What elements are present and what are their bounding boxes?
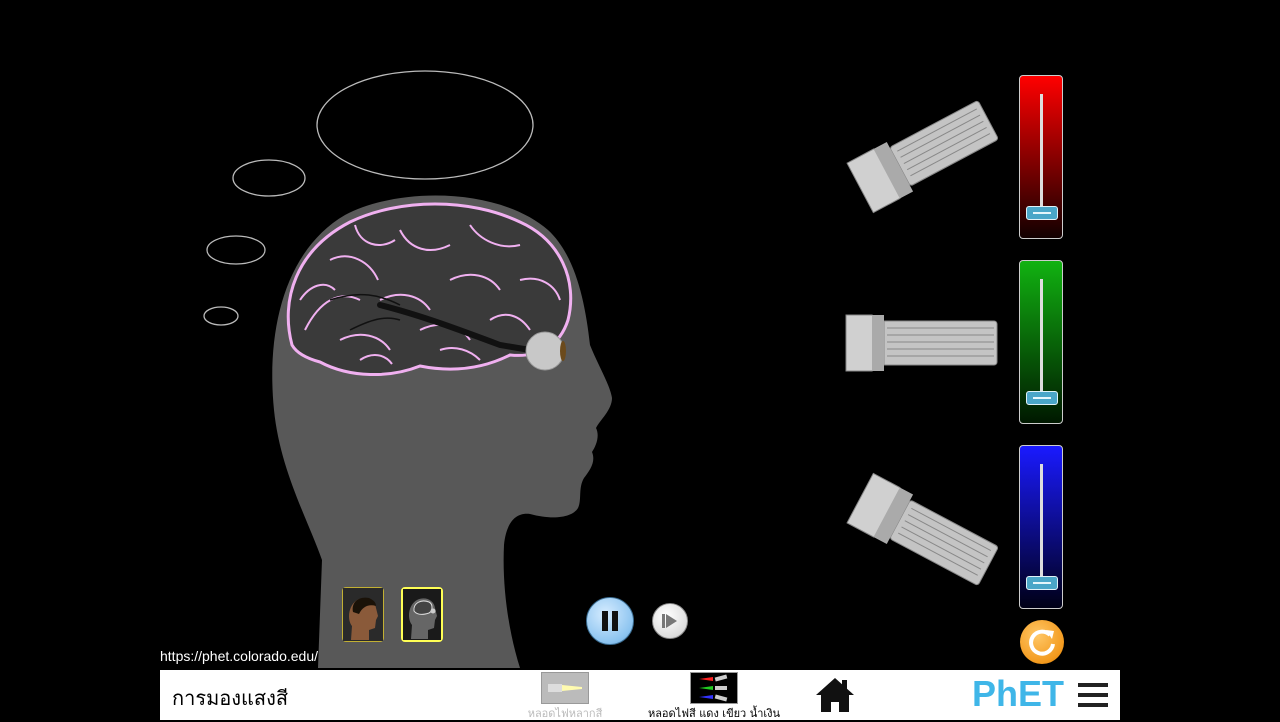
menu-bar [1078, 703, 1108, 707]
sim-title: การมองแสงสี [172, 686, 289, 710]
slider-track [1040, 464, 1043, 586]
phet-logo[interactable]: PhET [972, 673, 1064, 715]
scene-graphics [203, 70, 998, 668]
eye [525, 331, 565, 371]
pause-button[interactable] [586, 597, 634, 645]
thought-bubble-tiny [203, 306, 239, 326]
single-bulb-screen-icon [541, 672, 589, 704]
screen-button-single-bulb[interactable]: หลอดไฟหลากสี [510, 672, 620, 722]
flashlight-blue [846, 472, 998, 586]
thought-bubble-small [206, 235, 266, 265]
step-forward-button[interactable] [652, 603, 688, 639]
screen-button-rgb-bulbs[interactable]: หลอดไฟสี แดง เขียว น้ำเงิน [636, 672, 792, 722]
source-url: https://phet.colorado.edu/ [160, 648, 318, 664]
step-forward-icon [662, 614, 677, 628]
hamburger-menu-button[interactable] [1078, 683, 1108, 709]
green-intensity-slider[interactable] [1019, 260, 1063, 424]
brain-view-icon [403, 589, 441, 640]
menu-bar [1078, 683, 1108, 687]
home-icon [816, 678, 854, 712]
face-view-icon [343, 588, 383, 641]
blue-intensity-slider[interactable] [1019, 445, 1063, 609]
screen-label-single-bulb: หลอดไฟหลากสี [527, 707, 603, 720]
red-intensity-slider[interactable] [1019, 75, 1063, 239]
screen-label-rgb-bulbs: หลอดไฟสี แดง เขียว น้ำเงิน [647, 707, 781, 720]
green-slider-thumb[interactable] [1026, 391, 1058, 405]
home-button[interactable] [814, 676, 856, 714]
thought-bubble-medium [232, 159, 306, 197]
blue-slider-thumb[interactable] [1026, 576, 1058, 590]
brain-view-button[interactable] [401, 587, 443, 642]
face-view-button[interactable] [342, 587, 384, 642]
rgb-bulbs-screen-icon [690, 672, 738, 704]
red-slider-thumb[interactable] [1026, 206, 1058, 220]
navigation-bar: การมองแสงสี หลอดไฟหลากสี หลอดไฟสี แดง เข… [160, 670, 1120, 720]
flashlight-red [846, 100, 998, 214]
thought-bubble-large [316, 70, 534, 180]
eye-iris [560, 341, 566, 361]
reset-all-icon [1029, 629, 1055, 656]
menu-bar [1078, 693, 1108, 697]
slider-track [1040, 279, 1043, 401]
slider-track [1040, 94, 1043, 216]
flashlight-green [845, 314, 998, 372]
reset-all-button[interactable] [1020, 620, 1064, 664]
